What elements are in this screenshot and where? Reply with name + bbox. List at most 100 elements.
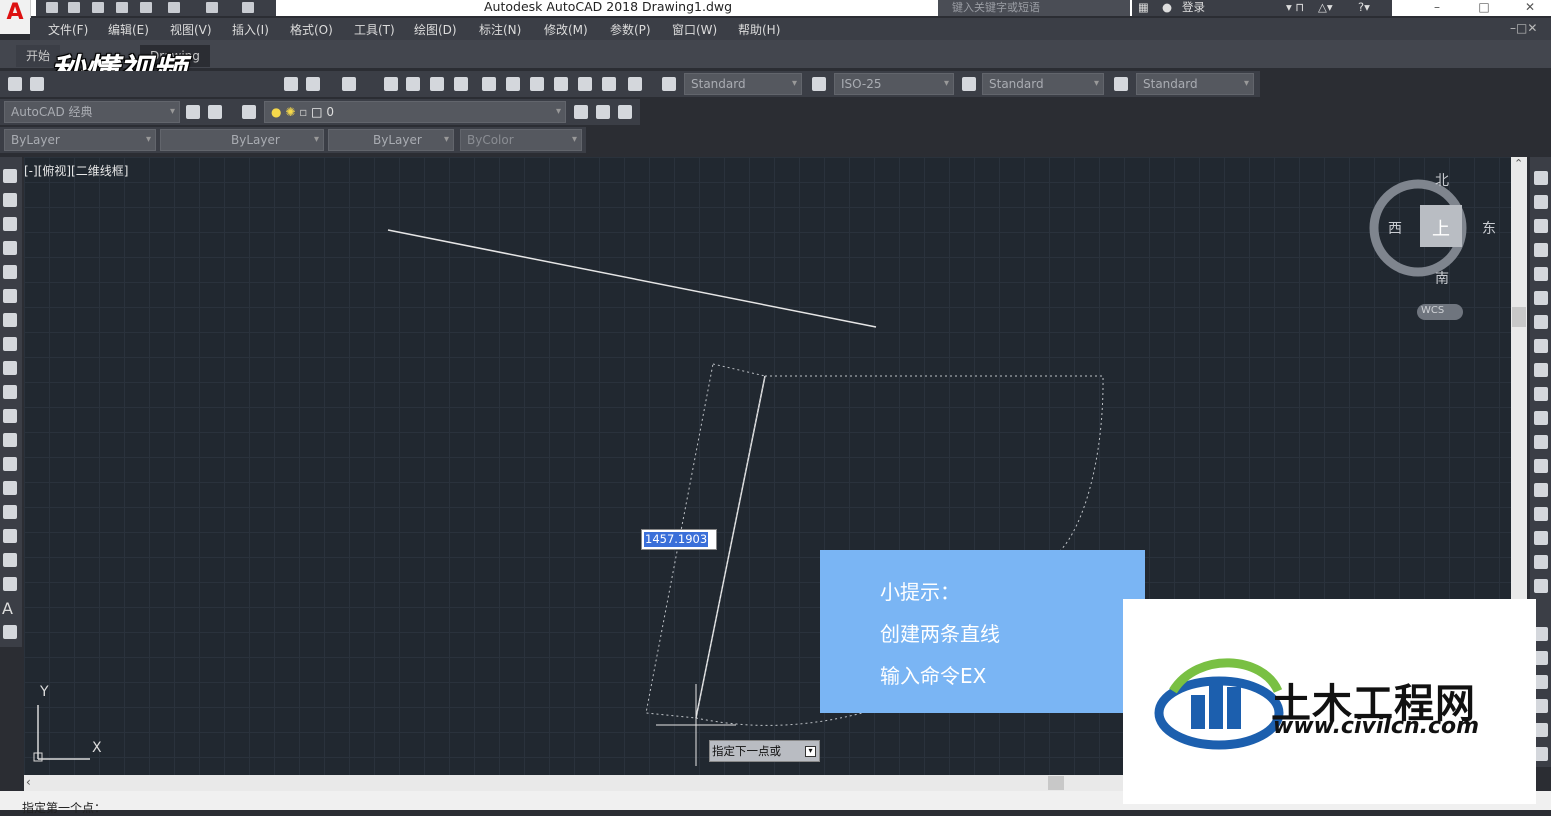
save-icon[interactable]: [92, 2, 104, 13]
spline-icon[interactable]: [3, 361, 17, 375]
viewport-controls[interactable]: [-][俯视][二维线框]: [24, 162, 128, 179]
open-icon[interactable]: [30, 77, 44, 91]
explode-icon[interactable]: [1534, 579, 1548, 593]
menu-format[interactable]: 格式(O): [290, 21, 333, 38]
binoculars-icon[interactable]: ▦: [1138, 0, 1149, 15]
zoom-previous-icon[interactable]: [454, 77, 468, 91]
zoom-window-icon[interactable]: [430, 77, 444, 91]
join-icon[interactable]: [1534, 483, 1548, 497]
viewcube-west[interactable]: 西: [1388, 218, 1402, 238]
linetype-select[interactable]: ByLayer: [160, 129, 324, 151]
multiline-text-icon[interactable]: A: [2, 599, 13, 618]
move-icon[interactable]: [1534, 291, 1548, 305]
line-icon[interactable]: [3, 169, 17, 183]
open-file-icon[interactable]: [68, 2, 80, 13]
scale-icon[interactable]: [1534, 339, 1548, 353]
text-style-select[interactable]: Standard: [684, 73, 802, 95]
menu-window[interactable]: 窗口(W): [672, 21, 717, 38]
vertical-scroll-thumb[interactable]: [1512, 307, 1526, 327]
ellipse-arc-icon[interactable]: [3, 409, 17, 423]
blend-icon[interactable]: [1534, 555, 1548, 569]
copy-icon[interactable]: [1534, 195, 1548, 209]
redo-icon[interactable]: [206, 2, 218, 13]
scroll-up-icon[interactable]: ⌃: [1514, 157, 1523, 170]
menu-parametric[interactable]: 参数(P): [610, 21, 651, 38]
array-icon[interactable]: [1534, 267, 1548, 281]
erase-icon[interactable]: [1534, 171, 1548, 185]
make-block-icon[interactable]: [3, 457, 17, 471]
circle-icon[interactable]: [3, 313, 17, 327]
sheet-set-icon[interactable]: [554, 77, 568, 91]
gear-icon[interactable]: [186, 105, 200, 119]
help-icon[interactable]: [628, 77, 642, 91]
ellipse-icon[interactable]: [3, 385, 17, 399]
mirror-icon[interactable]: [1534, 219, 1548, 233]
viewcube-south[interactable]: 南: [1435, 268, 1449, 288]
trim-icon[interactable]: [1534, 387, 1548, 401]
chamfer-icon[interactable]: [1534, 507, 1548, 521]
mleader-style-select[interactable]: Standard: [1136, 73, 1254, 95]
make-current-layer-icon[interactable]: [574, 105, 588, 119]
viewcube-top-label[interactable]: 上: [1432, 215, 1450, 241]
dim-arc-icon[interactable]: [1534, 675, 1548, 689]
menu-help[interactable]: 帮助(H): [738, 21, 780, 38]
redo-icon[interactable]: [342, 77, 356, 91]
properties-icon[interactable]: [482, 77, 496, 91]
zoom-realtime-icon[interactable]: [406, 77, 420, 91]
application-menu-button[interactable]: A: [0, 0, 31, 34]
polyline-icon[interactable]: [3, 217, 17, 231]
rectangle-icon[interactable]: [3, 265, 17, 279]
search-input[interactable]: 键入关键字或短语: [938, 0, 1130, 16]
dim-linear-icon[interactable]: [1534, 627, 1548, 641]
stretch-icon[interactable]: [1534, 363, 1548, 377]
wcs-label[interactable]: WCS: [1421, 305, 1444, 316]
doc-window-controls[interactable]: –□✕: [1510, 21, 1537, 35]
dim-diameter-icon[interactable]: [1534, 747, 1548, 761]
gradient-icon[interactable]: [3, 529, 17, 543]
workspace-select[interactable]: AutoCAD 经典: [4, 101, 180, 123]
markup-icon[interactable]: [578, 77, 592, 91]
table-style-select[interactable]: Standard: [982, 73, 1104, 95]
scroll-left-icon[interactable]: ‹: [26, 775, 31, 789]
cart-icon[interactable]: ▾ ⊓: [1286, 0, 1304, 15]
share-icon[interactable]: [242, 2, 254, 13]
dim-radius-icon[interactable]: [1534, 723, 1548, 737]
point-icon[interactable]: [3, 481, 17, 495]
table-style-icon[interactable]: [962, 77, 976, 91]
extend-icon[interactable]: [1534, 411, 1548, 425]
offset-icon[interactable]: [1534, 243, 1548, 257]
design-center-icon[interactable]: [506, 77, 520, 91]
arc-icon[interactable]: [3, 289, 17, 303]
viewcube-north[interactable]: 北: [1435, 170, 1449, 190]
dim-ordinate-icon[interactable]: [1534, 699, 1548, 713]
table-icon[interactable]: [3, 577, 17, 591]
menu-tools[interactable]: 工具(T): [354, 21, 395, 38]
existing-line[interactable]: [387, 229, 877, 328]
text-style-icon[interactable]: [662, 77, 676, 91]
maximize-button[interactable]: □: [1462, 0, 1506, 16]
break-icon[interactable]: [1534, 459, 1548, 473]
user-icon[interactable]: ●: [1162, 0, 1172, 15]
construction-line-icon[interactable]: [3, 193, 17, 207]
menu-draw[interactable]: 绘图(D): [414, 21, 457, 38]
undo-icon[interactable]: [168, 2, 180, 13]
layer-select[interactable]: ● ✺ ▫ □ 0: [264, 101, 566, 123]
layer-previous-icon[interactable]: [596, 105, 610, 119]
undo-icon[interactable]: [306, 77, 320, 91]
save-as-icon[interactable]: [116, 2, 128, 13]
matchprop-icon[interactable]: [284, 77, 298, 91]
hatch-icon[interactable]: [3, 505, 17, 519]
lineweight-select[interactable]: ByLayer: [328, 129, 454, 151]
dynamic-input-value[interactable]: 1457.1903: [644, 532, 709, 547]
revision-cloud-icon[interactable]: [3, 337, 17, 351]
dim-style-icon[interactable]: [812, 77, 826, 91]
menu-insert[interactable]: 插入(I): [232, 21, 269, 38]
menu-view[interactable]: 视图(V): [170, 21, 212, 38]
pan-icon[interactable]: [384, 77, 398, 91]
layer-properties-icon[interactable]: [242, 105, 256, 119]
customize-icon[interactable]: [208, 105, 222, 119]
break-at-point-icon[interactable]: [1534, 435, 1548, 449]
minimize-button[interactable]: –: [1415, 0, 1459, 16]
mleader-style-icon[interactable]: [1114, 77, 1128, 91]
dim-aligned-icon[interactable]: [1534, 651, 1548, 665]
